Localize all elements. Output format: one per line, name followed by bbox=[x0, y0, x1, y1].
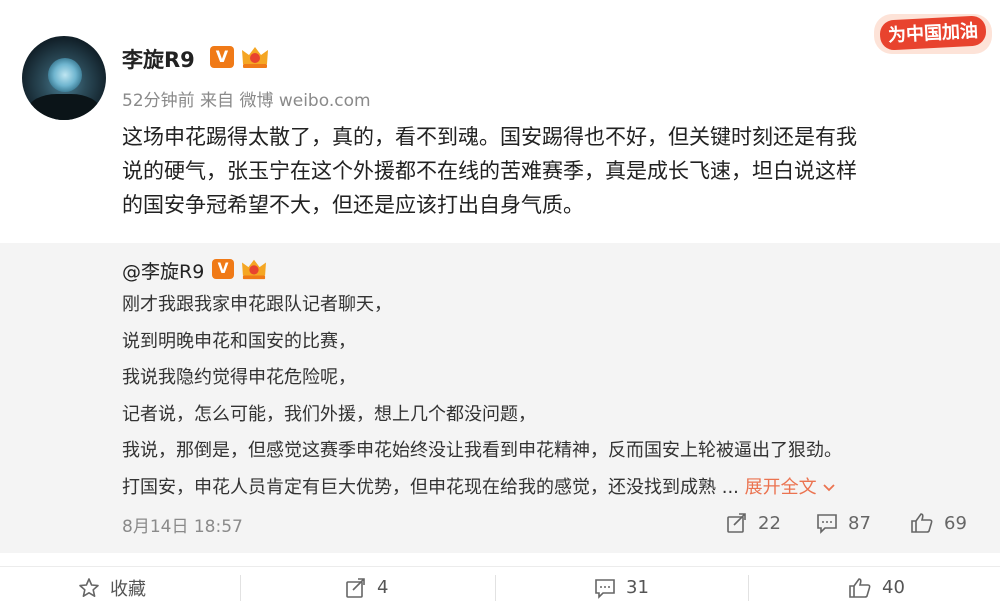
action-bar: 收藏 4 31 40 bbox=[0, 566, 1000, 607]
thumbs-up-icon bbox=[849, 577, 871, 598]
repost-comment-count: 87 bbox=[848, 512, 871, 534]
repost-line: 我说，那倒是，但感觉这赛季申花始终没让我看到申花精神，反而国安上轮被逼出了狠劲。 bbox=[122, 440, 842, 461]
post-line: 说的硬气，张玉宁在这个外援都不在线的苦难赛季，真是成长飞速，坦白说这样 bbox=[122, 159, 857, 183]
repost-share-button[interactable]: 22 bbox=[726, 508, 781, 538]
divider bbox=[240, 575, 241, 601]
comment-button[interactable]: 31 bbox=[594, 567, 649, 607]
vip-crown-icon bbox=[242, 47, 268, 68]
weibo-post: 李旋R9 V 52分钟前 来自 微博 weibo.com 为中国加油 这场申花踢… bbox=[0, 0, 1000, 607]
divider bbox=[495, 575, 496, 601]
avatar[interactable] bbox=[22, 36, 106, 120]
expand-link[interactable]: 展开全文 bbox=[745, 477, 837, 498]
comment-icon bbox=[817, 514, 837, 534]
avatar-figure bbox=[28, 94, 100, 120]
post-line: 的国安争冠希望不大，但还是应该打出自身气质。 bbox=[122, 193, 584, 217]
thumbs-up-icon bbox=[911, 513, 933, 533]
share-icon bbox=[346, 577, 365, 598]
repost-like-button[interactable]: 69 bbox=[910, 508, 967, 538]
repost-footer: 8月14日 18:57 22 87 69 bbox=[0, 508, 1000, 542]
repost-button[interactable]: 4 bbox=[345, 567, 388, 607]
expand-label: 展开全文 bbox=[744, 476, 817, 498]
star-icon bbox=[79, 577, 99, 597]
username[interactable]: 李旋R9 bbox=[122, 44, 195, 74]
repost-line: 记者说，怎么可能，我们外援，想上几个都没问题， bbox=[122, 403, 536, 425]
vip-crown-icon bbox=[242, 259, 266, 280]
repost-date[interactable]: 8月14日 18:57 bbox=[122, 512, 243, 537]
repost-like-count: 69 bbox=[944, 512, 967, 534]
topic-badge[interactable]: 为中国加油 bbox=[870, 4, 996, 62]
repost-line: 说到明晚申花和国安的比赛， bbox=[122, 330, 356, 352]
repost-username[interactable]: @李旋R9 bbox=[122, 257, 204, 284]
repost-comment-button[interactable]: 87 bbox=[816, 508, 871, 538]
avatar-rose bbox=[48, 58, 82, 92]
comment-icon bbox=[595, 578, 615, 599]
repost-line-text: 打国安，申花人员肯定有巨大优势，但申花现在给我的感觉，还没找到成熟 ... bbox=[122, 476, 739, 498]
favorite-button[interactable]: 收藏 bbox=[78, 567, 146, 607]
repost-count: 4 bbox=[377, 577, 389, 598]
verified-icon: V bbox=[210, 46, 234, 68]
verified-icon: V bbox=[212, 259, 234, 279]
repost-body: 刚才我跟我家申花跟队记者聊天， 说到明晚申花和国安的比赛， 我说我隐约觉得申花危… bbox=[122, 287, 972, 506]
repost-line: 我说我隐约觉得申花危险呢， bbox=[122, 367, 356, 388]
share-icon bbox=[727, 513, 746, 533]
post-line: 这场申花踢得太散了，真的，看不到魂。国安踢得也不好，但关键时刻还是有我 bbox=[122, 125, 857, 149]
reposted-content[interactable]: @李旋R9 V 刚才我跟我家申花跟队记者聊天， 说到明晚申花和国安的比赛， 我说… bbox=[0, 243, 1000, 553]
repost-share-count: 22 bbox=[758, 512, 781, 534]
divider bbox=[748, 575, 749, 601]
like-count: 40 bbox=[882, 577, 905, 598]
chevron-down-icon bbox=[823, 483, 835, 491]
post-body: 这场申花踢得太散了，真的，看不到魂。国安踢得也不好，但关键时刻还是有我 说的硬气… bbox=[122, 120, 962, 222]
repost-line: 刚才我跟我家申花跟队记者聊天， bbox=[122, 294, 392, 315]
comment-count: 31 bbox=[626, 577, 649, 598]
like-button[interactable]: 40 bbox=[848, 567, 905, 607]
repost-line: 打国安，申花人员肯定有巨大优势，但申花现在给我的感觉，还没找到成熟 ... 展开… bbox=[122, 470, 972, 507]
favorite-label: 收藏 bbox=[110, 578, 146, 600]
post-meta: 52分钟前 来自 微博 weibo.com bbox=[122, 91, 371, 111]
